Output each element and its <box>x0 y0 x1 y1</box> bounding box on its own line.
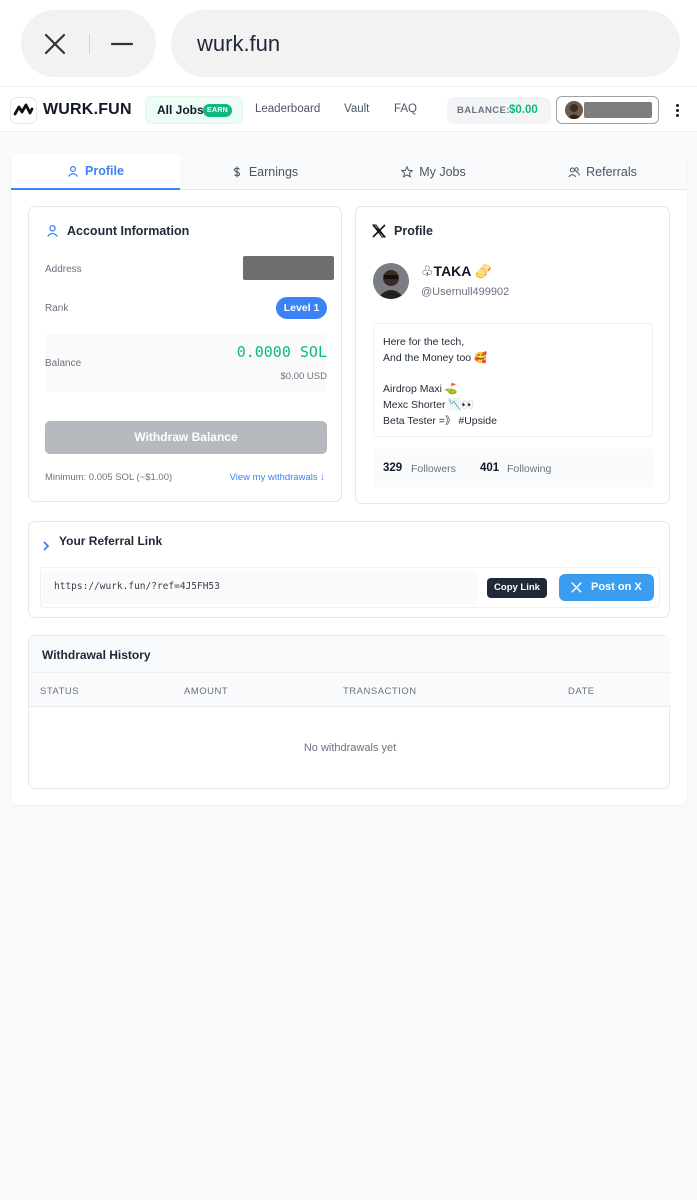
x-profile-title: Profile <box>394 224 433 238</box>
rank-label: Rank <box>45 303 69 314</box>
star-icon <box>401 166 414 178</box>
tab-bar: Profile Earnings My Jobs Referrals <box>11 154 687 190</box>
balance-pill: BALANCE: $0.00 <box>447 97 551 124</box>
tab-profile[interactable]: Profile <box>11 154 180 190</box>
withdrawal-history-title: Withdrawal History <box>42 648 151 662</box>
withdrawal-history-header: Withdrawal History <box>29 636 671 673</box>
logo-icon[interactable] <box>11 98 36 123</box>
nav-all-jobs-label: All Jobs <box>157 103 204 117</box>
x-logo-icon <box>372 224 386 238</box>
following-label: Following <box>507 463 552 475</box>
tab-earnings-label: Earnings <box>248 165 299 179</box>
balance-label: BALANCE: <box>457 105 510 116</box>
url-bar[interactable]: wurk.fun <box>171 10 680 77</box>
follow-stats: 329 Followers 401 Following <box>373 449 653 487</box>
x-logo-icon <box>571 582 582 593</box>
bio-box: Here for the tech, And the Money too 🥰 A… <box>373 323 653 437</box>
withdrawal-history-card: Withdrawal History STATUS AMOUNT TRANSAC… <box>28 635 671 789</box>
tab-profile-label: Profile <box>85 164 124 178</box>
balance-usd: $0.00 USD <box>280 371 327 382</box>
nav-all-jobs[interactable]: All Jobs EARN <box>146 97 242 123</box>
tab-my-jobs-label: My Jobs <box>419 165 466 179</box>
balance-box: Balance 0.0000 SOL $0.00 USD <box>45 334 327 392</box>
column-header: DATE <box>568 686 595 697</box>
view-withdrawals-link[interactable]: View my withdrawals ↓ <box>230 472 325 483</box>
table-header: STATUS AMOUNT TRANSACTION DATE <box>29 673 671 707</box>
main-panel: Profile Earnings My Jobs Referrals Accou… <box>11 154 687 805</box>
bio-line: Airdrop Maxi ⛳ <box>383 383 458 395</box>
tab-referrals-label: Referrals <box>586 165 637 179</box>
user-icon <box>47 225 58 237</box>
account-title: Account Information <box>67 224 190 238</box>
withdraw-minimum: Minimum: 0.005 SOL (~$1.00) <box>45 472 173 483</box>
browser-chrome: wurk.fun <box>0 0 697 86</box>
address-label: Address <box>45 264 82 275</box>
withdraw-button[interactable]: Withdraw Balance <box>45 421 327 454</box>
post-on-x-label: Post on X <box>591 581 642 593</box>
redacted-address <box>243 256 334 280</box>
tab-earnings[interactable]: Earnings <box>180 154 349 190</box>
bio-line: And the Money too 🥰 <box>383 352 488 364</box>
tab-referrals[interactable]: Referrals <box>518 154 687 190</box>
redacted-username <box>584 102 652 118</box>
following-count: 401 <box>480 462 500 474</box>
post-on-x-button[interactable]: Post on X <box>559 574 654 601</box>
nav-faq[interactable]: FAQ <box>394 103 417 115</box>
close-icon[interactable] <box>44 33 66 55</box>
column-header: TRANSACTION <box>343 686 417 697</box>
followers-count: 329 <box>383 462 403 474</box>
followers-label: Followers <box>411 463 456 475</box>
empty-state: No withdrawals yet <box>303 742 397 754</box>
user-menu-button[interactable] <box>556 96 659 124</box>
column-header: AMOUNT <box>184 686 229 697</box>
logo-text[interactable]: WURK.FUN <box>43 101 132 119</box>
x-profile-card: Profile ♧TAKA 🫔 @Usernull499902 Here for… <box>355 206 670 504</box>
minimize-icon[interactable] <box>111 33 133 55</box>
copy-link-button[interactable]: Copy Link <box>487 578 547 598</box>
users-icon <box>568 167 581 178</box>
dollar-icon <box>233 166 240 178</box>
site-nav: WURK.FUN All Jobs EARN Leaderboard Vault… <box>0 86 697 132</box>
user-icon <box>68 165 79 177</box>
nav-leaderboard[interactable]: Leaderboard <box>255 103 320 115</box>
x-display-name: ♧TAKA 🫔 <box>421 263 493 279</box>
bio-line: Here for the tech, <box>383 336 465 348</box>
more-options-icon[interactable] <box>668 96 688 124</box>
balance-sol: 0.0000 SOL <box>236 343 327 361</box>
nav-vault[interactable]: Vault <box>344 103 369 115</box>
tab-my-jobs[interactable]: My Jobs <box>349 154 518 190</box>
referral-title: Your Referral Link <box>59 534 163 548</box>
x-handle[interactable]: @Usernull499902 <box>421 286 509 298</box>
divider <box>89 34 90 54</box>
avatar <box>565 101 583 119</box>
balance-value: $0.00 <box>509 104 538 116</box>
rank-badge: Level 1 <box>276 297 327 319</box>
url-text: wurk.fun <box>197 31 281 56</box>
column-header: STATUS <box>40 686 80 697</box>
bio-line: Beta Tester =》 #Upside <box>383 415 497 427</box>
avatar <box>373 263 409 299</box>
bio-line: Mexc Shorter 📉👀 <box>383 399 475 411</box>
earn-badge: EARN <box>203 104 233 117</box>
referral-url[interactable]: https://wurk.fun/?ref=4J5FH53 <box>42 572 478 604</box>
referral-link-box: https://wurk.fun/?ref=4J5FH53 Copy Link … <box>40 567 660 608</box>
balance-label: Balance <box>45 358 82 369</box>
referral-card: Your Referral Link https://wurk.fun/?ref… <box>28 521 670 618</box>
chevron-right-icon[interactable] <box>42 541 50 551</box>
account-card: Account Information Address Rank Level 1… <box>28 206 342 502</box>
